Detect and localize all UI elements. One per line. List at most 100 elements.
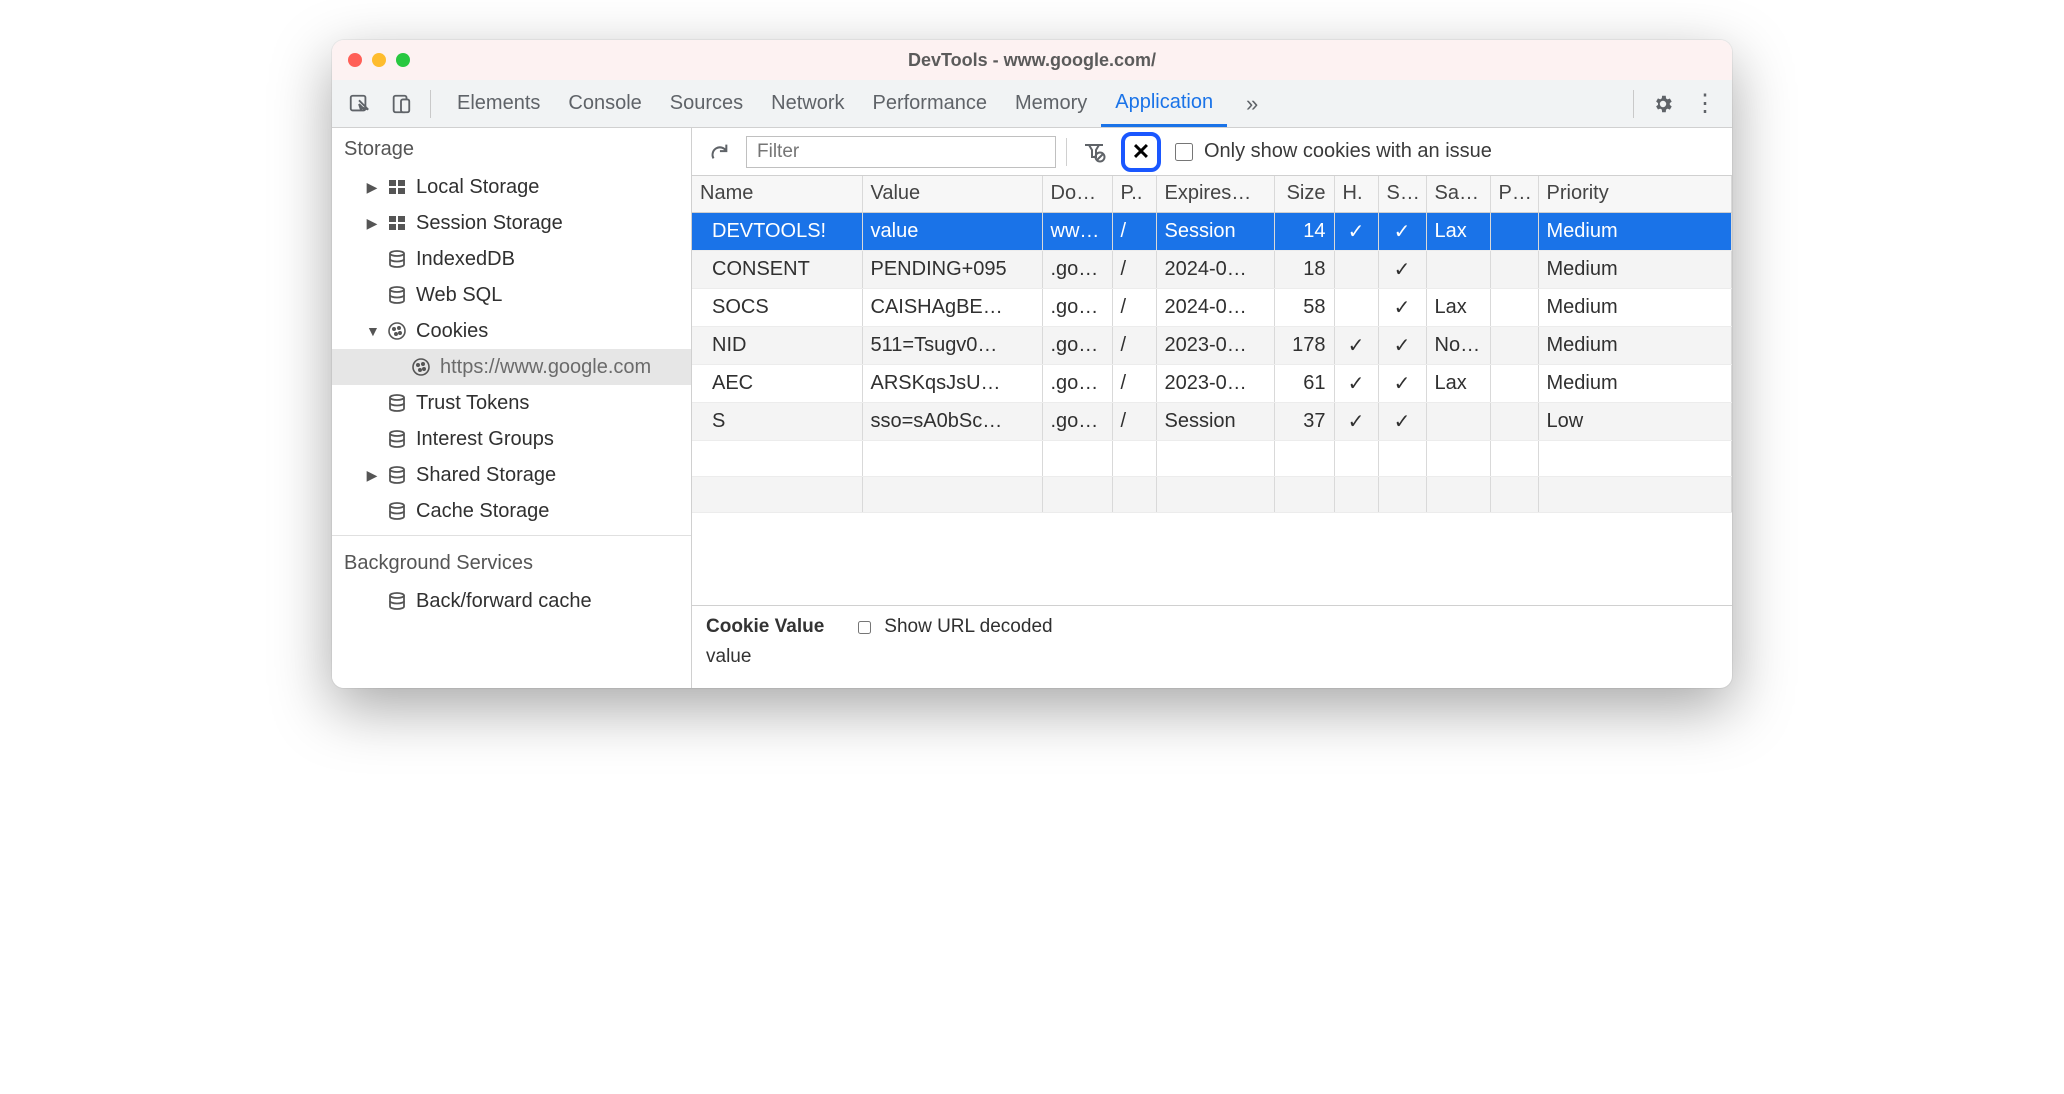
clear-all-cookies-button[interactable]: ✕ bbox=[1121, 132, 1161, 172]
sidebar-item-https-www-google-com[interactable]: https://www.google.com bbox=[332, 349, 691, 385]
cell: 178 bbox=[1274, 326, 1334, 364]
sidebar-item-label: Back/forward cache bbox=[416, 590, 592, 613]
table-row[interactable]: Ssso=sA0bSc….go…/Session37✓✓Low bbox=[692, 402, 1732, 440]
table-row[interactable]: AECARSKqsJsU….go…/2023-0…61✓✓LaxMedium bbox=[692, 364, 1732, 402]
minimize-window-button[interactable] bbox=[372, 53, 386, 67]
cell: Low bbox=[1538, 402, 1732, 440]
tab-memory[interactable]: Memory bbox=[1001, 80, 1101, 127]
col-1[interactable]: Value bbox=[862, 176, 1042, 212]
db-icon bbox=[386, 500, 408, 522]
col-8[interactable]: Sa… bbox=[1426, 176, 1490, 212]
cookie-value-label: Cookie Value bbox=[706, 616, 824, 638]
cell: Medium bbox=[1538, 288, 1732, 326]
table-row-empty bbox=[692, 476, 1732, 512]
table-row[interactable]: NID511=Tsugv0….go…/2023-0…178✓✓No…Medium bbox=[692, 326, 1732, 364]
content-area: Storage ▶Local Storage▶Session StorageIn… bbox=[332, 128, 1732, 688]
show-url-decoded-input[interactable] bbox=[858, 621, 871, 634]
inspect-element-icon[interactable] bbox=[342, 87, 376, 121]
sidebar: Storage ▶Local Storage▶Session StorageIn… bbox=[332, 128, 692, 688]
cell: Lax bbox=[1426, 288, 1490, 326]
close-icon: ✕ bbox=[1132, 139, 1150, 165]
device-toolbar-icon[interactable] bbox=[384, 87, 418, 121]
cookies-table-wrap: NameValueDo…P..Expires…SizeH.S…Sa…P…Prio… bbox=[692, 176, 1732, 606]
only-issues-checkbox-input[interactable] bbox=[1175, 143, 1193, 161]
sidebar-item-interest-groups[interactable]: Interest Groups bbox=[332, 421, 691, 457]
sidebar-item-cookies[interactable]: ▼Cookies bbox=[332, 313, 691, 349]
gear-icon[interactable] bbox=[1646, 87, 1680, 121]
cell: ww… bbox=[1042, 212, 1112, 250]
sidebar-item-label: IndexedDB bbox=[416, 248, 515, 271]
cookie-icon bbox=[386, 320, 408, 342]
cell: 2023-0… bbox=[1156, 364, 1274, 402]
cell bbox=[1490, 326, 1538, 364]
tab-application[interactable]: Application bbox=[1101, 80, 1227, 127]
sidebar-item-web-sql[interactable]: Web SQL bbox=[332, 277, 691, 313]
cell: Lax bbox=[1426, 364, 1490, 402]
cell: ✓ bbox=[1334, 326, 1378, 364]
refresh-icon[interactable] bbox=[702, 135, 736, 169]
cell: / bbox=[1112, 326, 1156, 364]
cell bbox=[1490, 402, 1538, 440]
sidebar-item-label: Interest Groups bbox=[416, 428, 554, 451]
db-icon bbox=[386, 284, 408, 306]
cell: 2024-0… bbox=[1156, 250, 1274, 288]
cell: ✓ bbox=[1378, 402, 1426, 440]
tab-network[interactable]: Network bbox=[757, 80, 858, 127]
only-issues-checkbox[interactable]: Only show cookies with an issue bbox=[1171, 140, 1492, 164]
cell: .go… bbox=[1042, 402, 1112, 440]
cell: PENDING+095 bbox=[862, 250, 1042, 288]
window-controls bbox=[332, 53, 410, 67]
more-tabs-icon[interactable]: » bbox=[1235, 87, 1269, 121]
col-10[interactable]: Priority bbox=[1538, 176, 1732, 212]
tab-elements[interactable]: Elements bbox=[443, 80, 554, 127]
cell: 18 bbox=[1274, 250, 1334, 288]
table-row[interactable]: CONSENTPENDING+095.go…/2024-0…18✓Medium bbox=[692, 250, 1732, 288]
tab-console[interactable]: Console bbox=[554, 80, 655, 127]
close-window-button[interactable] bbox=[348, 53, 362, 67]
kebab-menu-icon[interactable]: ⋮ bbox=[1688, 87, 1722, 121]
cell: Medium bbox=[1538, 326, 1732, 364]
show-url-decoded-checkbox[interactable]: Show URL decoded bbox=[854, 616, 1052, 638]
cookies-table: NameValueDo…P..Expires…SizeH.S…Sa…P…Prio… bbox=[692, 176, 1732, 513]
col-6[interactable]: H. bbox=[1334, 176, 1378, 212]
sidebar-item-indexeddb[interactable]: IndexedDB bbox=[332, 241, 691, 277]
cookie-icon bbox=[410, 356, 432, 378]
cell: ARSKqsJsU… bbox=[862, 364, 1042, 402]
zoom-window-button[interactable] bbox=[396, 53, 410, 67]
filter-input[interactable] bbox=[746, 136, 1056, 168]
cookie-detail-panel: Cookie Value Show URL decoded value bbox=[692, 606, 1732, 688]
col-3[interactable]: P.. bbox=[1112, 176, 1156, 212]
cell bbox=[1490, 364, 1538, 402]
cell: sso=sA0bSc… bbox=[862, 402, 1042, 440]
tab-sources[interactable]: Sources bbox=[656, 80, 757, 127]
cell: / bbox=[1112, 250, 1156, 288]
expander-icon: ▶ bbox=[366, 467, 378, 484]
table-row[interactable]: DEVTOOLS!valueww…/Session14✓✓LaxMedium bbox=[692, 212, 1732, 250]
col-2[interactable]: Do… bbox=[1042, 176, 1112, 212]
col-9[interactable]: P… bbox=[1490, 176, 1538, 212]
window-title: DevTools - www.google.com/ bbox=[332, 50, 1732, 71]
sidebar-item-label: Cache Storage bbox=[416, 500, 549, 523]
cell: Session bbox=[1156, 402, 1274, 440]
col-4[interactable]: Expires… bbox=[1156, 176, 1274, 212]
table-row[interactable]: SOCSCAISHAgBE….go…/2024-0…58✓LaxMedium bbox=[692, 288, 1732, 326]
sidebar-item-cache-storage[interactable]: Cache Storage bbox=[332, 493, 691, 529]
col-7[interactable]: S… bbox=[1378, 176, 1426, 212]
sidebar-item-back-forward-cache[interactable]: Back/forward cache bbox=[332, 583, 691, 619]
sidebar-item-trust-tokens[interactable]: Trust Tokens bbox=[332, 385, 691, 421]
sidebar-item-shared-storage[interactable]: ▶Shared Storage bbox=[332, 457, 691, 493]
tabbar-divider-right bbox=[1633, 90, 1634, 118]
col-0[interactable]: Name bbox=[692, 176, 862, 212]
cell: ✓ bbox=[1334, 212, 1378, 250]
grid-icon bbox=[386, 176, 408, 198]
cell: ✓ bbox=[1334, 402, 1378, 440]
devtools-tabbar: ElementsConsoleSourcesNetworkPerformance… bbox=[332, 80, 1732, 128]
expander-icon: ▶ bbox=[366, 179, 378, 196]
col-5[interactable]: Size bbox=[1274, 176, 1334, 212]
sidebar-item-local-storage[interactable]: ▶ Local Storage bbox=[332, 169, 691, 205]
tab-performance[interactable]: Performance bbox=[859, 80, 1002, 127]
sidebar-item-session-storage[interactable]: ▶Session Storage bbox=[332, 205, 691, 241]
sidebar-item-label: Local Storage bbox=[416, 176, 539, 199]
cell bbox=[1426, 250, 1490, 288]
clear-filter-icon[interactable] bbox=[1077, 135, 1111, 169]
